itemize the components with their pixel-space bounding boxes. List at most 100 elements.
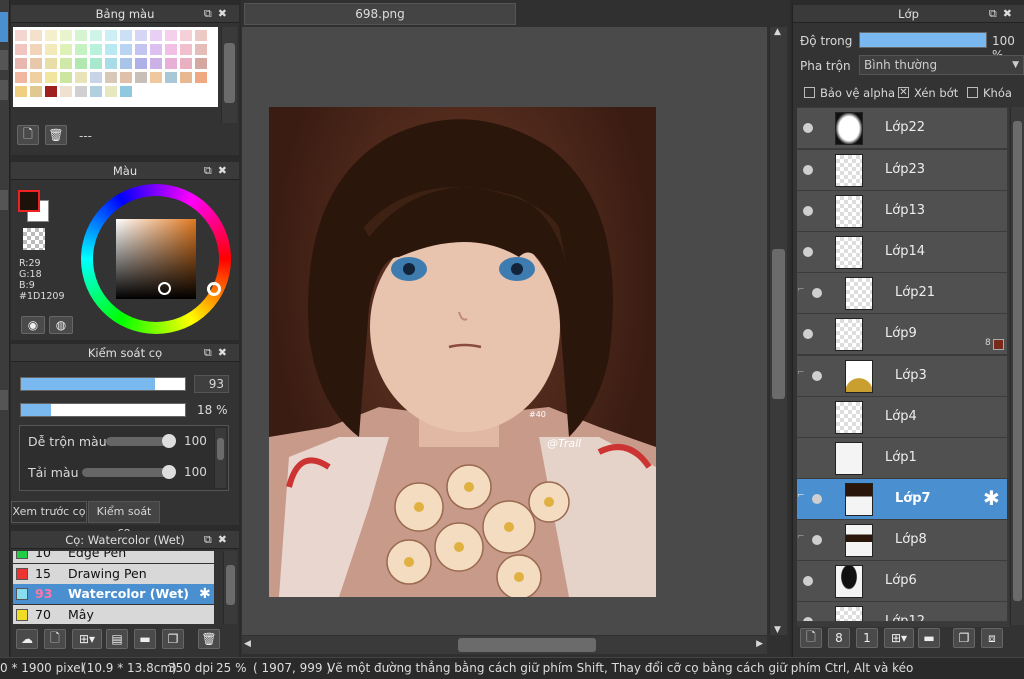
eye-icon[interactable]	[812, 288, 822, 298]
canvas-hscroll-thumb[interactable]	[458, 638, 596, 652]
layer-row-hidden[interactable]: Lớp4	[797, 397, 1007, 438]
duplicate-brush-button[interactable]: ❐	[162, 629, 184, 649]
eye-icon[interactable]	[803, 123, 813, 133]
canvas-viewport[interactable]: @Trall #40	[242, 27, 767, 635]
palette-swatch[interactable]	[195, 30, 207, 41]
canvas-horizontal-scrollbar[interactable]: ◀ ▶	[242, 636, 767, 654]
download-brush-button[interactable]: ☁	[16, 629, 38, 649]
blend-slider-knob[interactable]	[162, 434, 176, 448]
palette-swatch[interactable]	[120, 58, 132, 69]
delete-brush-button[interactable]: 🗑	[198, 629, 220, 649]
gear-icon[interactable]: ✱	[199, 584, 211, 604]
palette-swatch[interactable]	[45, 72, 57, 83]
canvas-vertical-scrollbar[interactable]: ▲ ▼	[769, 27, 787, 635]
palette-swatch[interactable]	[60, 72, 72, 83]
brush-settings-scroll-thumb[interactable]	[217, 438, 224, 460]
palette-swatch[interactable]	[195, 44, 207, 55]
palette-swatch[interactable]	[75, 44, 87, 55]
clipping-checkbox[interactable]: ✕	[898, 87, 909, 98]
palette-swatch[interactable]	[90, 58, 102, 69]
delete-palette-button[interactable]: 🗑	[45, 125, 67, 145]
palette-swatch[interactable]	[150, 44, 162, 55]
palette-swatch[interactable]	[150, 30, 162, 41]
palette-swatch[interactable]	[120, 86, 132, 97]
palette-swatch[interactable]	[75, 58, 87, 69]
palette-swatch[interactable]	[120, 44, 132, 55]
layer-row-clipped[interactable]: ⌐ Lớp8	[797, 520, 1007, 561]
canvas-vscroll-thumb[interactable]	[772, 249, 785, 399]
palette-swatch[interactable]	[180, 30, 192, 41]
tool-button[interactable]	[0, 80, 8, 100]
layer-row[interactable]: Lớp23	[797, 150, 1007, 191]
tool-button[interactable]	[0, 12, 8, 42]
saturation-value-square[interactable]	[116, 219, 196, 299]
scroll-right-icon[interactable]: ▶	[756, 639, 763, 649]
tool-button[interactable]	[0, 190, 8, 210]
layer-row[interactable]: Lớp13	[797, 191, 1007, 232]
palette-swatch[interactable]	[105, 86, 117, 97]
new-raster-layer-button[interactable]: 🗋	[800, 628, 822, 648]
add-layer-menu-button[interactable]: ⊞▾	[884, 628, 914, 648]
duplicate-layer-button[interactable]: ❐	[953, 628, 975, 648]
palette-swatch[interactable]	[45, 86, 57, 97]
sv-marker[interactable]	[158, 282, 171, 295]
canvas-tab[interactable]: 698.png	[244, 3, 516, 25]
palette-swatch[interactable]	[195, 72, 207, 83]
brush-item[interactable]: 70 Mây	[13, 605, 214, 624]
palette-swatch[interactable]	[15, 72, 27, 83]
palette-swatch[interactable]	[90, 86, 102, 97]
brush-settings-scrollbar[interactable]	[214, 428, 226, 488]
palette-swatch[interactable]	[135, 30, 147, 41]
palette-swatch[interactable]	[75, 30, 87, 41]
protect-alpha-checkbox[interactable]	[804, 87, 815, 98]
eye-icon[interactable]	[803, 329, 813, 339]
scroll-left-icon[interactable]: ◀	[244, 639, 251, 649]
eye-icon[interactable]	[803, 247, 813, 257]
palette-swatch[interactable]	[195, 58, 207, 69]
color-history-button[interactable]: ◍	[49, 316, 73, 334]
palette-swatch[interactable]	[15, 30, 27, 41]
main-color-swatch[interactable]	[18, 190, 40, 212]
blend-slider[interactable]	[106, 434, 176, 448]
palette-swatch[interactable]	[45, 44, 57, 55]
layer-row[interactable]: Lớp12	[797, 602, 1007, 622]
tool-button[interactable]	[0, 390, 8, 410]
palette-swatch[interactable]	[30, 30, 42, 41]
palette-swatch[interactable]	[75, 72, 87, 83]
tool-button[interactable]	[0, 50, 8, 70]
brush-item[interactable]: 15 Drawing Pen	[13, 564, 214, 584]
palette-swatch[interactable]	[30, 44, 42, 55]
palette-swatch[interactable]	[60, 30, 72, 41]
brush-size-value[interactable]: 93	[194, 375, 229, 393]
brush-list-scroll-thumb[interactable]	[226, 565, 235, 605]
palette-swatch[interactable]	[165, 58, 177, 69]
eye-icon[interactable]	[812, 494, 822, 504]
palette-swatch[interactable]	[15, 58, 27, 69]
eye-icon[interactable]	[812, 535, 822, 545]
new-folder-button[interactable]: ▬	[918, 628, 940, 648]
color-set-button[interactable]: ◉	[21, 316, 45, 334]
brush-settings-button[interactable]: ▤	[106, 629, 128, 649]
palette-swatch[interactable]	[45, 58, 57, 69]
palette-swatch[interactable]	[135, 72, 147, 83]
artwork[interactable]: @Trall #40	[269, 107, 656, 597]
new-brush-button[interactable]: 🗋	[44, 629, 66, 649]
palette-swatch[interactable]	[105, 58, 117, 69]
palette-swatch[interactable]	[105, 72, 117, 83]
palette-swatch[interactable]	[150, 58, 162, 69]
brush-item-selected[interactable]: 93 Watercolor (Wet) ✱	[13, 584, 214, 604]
layer-list-scrollbar[interactable]	[1010, 107, 1024, 625]
brush-item[interactable]: 10 Edge Pen	[13, 551, 214, 563]
brush-list-scrollbar[interactable]	[223, 551, 237, 624]
palette-swatch[interactable]	[165, 72, 177, 83]
palette-swatch[interactable]	[15, 86, 27, 97]
eye-icon[interactable]	[803, 206, 813, 216]
eye-icon[interactable]	[803, 165, 813, 175]
panel-float-close-icons[interactable]: ⧉✖	[204, 531, 233, 549]
palette-swatch[interactable]	[105, 44, 117, 55]
scroll-up-icon[interactable]: ▲	[774, 27, 781, 37]
layer-row[interactable]: Lớp14	[797, 232, 1007, 273]
palette-swatch[interactable]	[180, 72, 192, 83]
layer-row[interactable]: Lớp6	[797, 561, 1007, 602]
eye-icon[interactable]	[812, 371, 822, 381]
